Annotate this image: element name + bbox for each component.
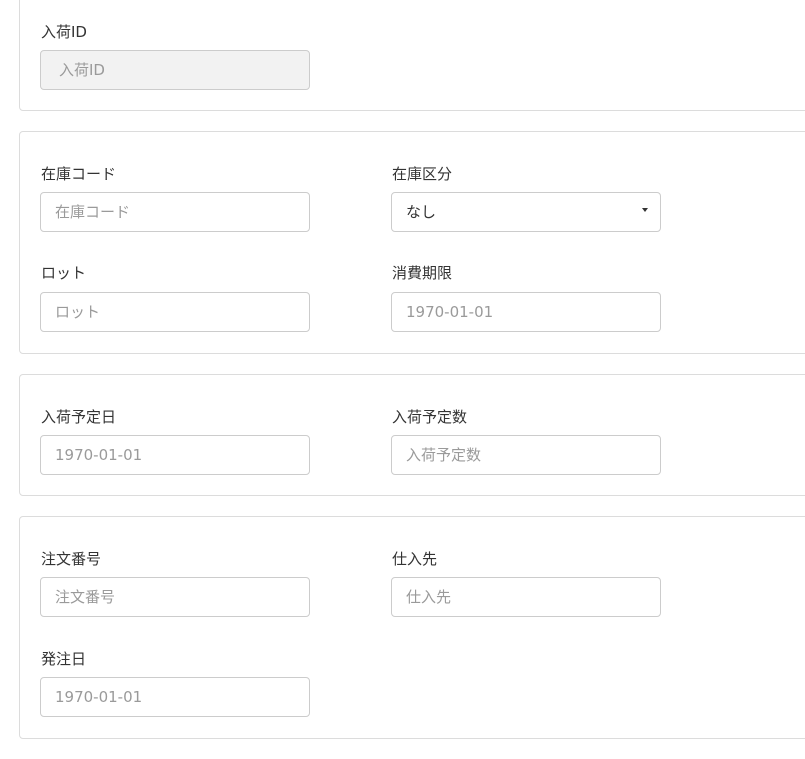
stock-type-select[interactable]: なし <box>391 192 661 232</box>
order-date-label: 発注日 <box>41 650 87 668</box>
order-no-input[interactable] <box>40 577 310 617</box>
chevron-down-icon <box>642 208 648 212</box>
stock-type-value: なし <box>406 203 437 221</box>
planned-qty-input[interactable] <box>391 435 661 475</box>
planned-date-input[interactable] <box>40 435 310 475</box>
arrival-id-label: 入荷ID <box>41 23 87 41</box>
supplier-label: 仕入先 <box>392 550 438 568</box>
expiry-input[interactable] <box>391 292 661 332</box>
expiry-label: 消費期限 <box>392 264 453 282</box>
stock-code-input[interactable] <box>40 192 310 232</box>
stock-code-label: 在庫コード <box>41 165 117 183</box>
planned-qty-label: 入荷予定数 <box>392 408 468 426</box>
order-date-input[interactable] <box>40 677 310 717</box>
planned-date-label: 入荷予定日 <box>41 408 117 426</box>
stock-type-label: 在庫区分 <box>392 165 453 183</box>
arrival-id-input[interactable] <box>40 50 310 90</box>
lot-input[interactable] <box>40 292 310 332</box>
lot-label: ロット <box>41 264 87 282</box>
supplier-input[interactable] <box>391 577 661 617</box>
order-no-label: 注文番号 <box>41 550 102 568</box>
